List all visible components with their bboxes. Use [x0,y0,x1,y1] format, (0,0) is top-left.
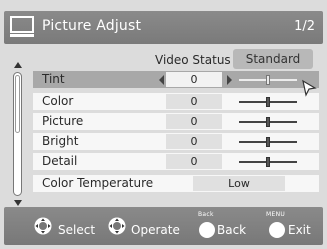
scrollbar-thumb[interactable] [15,75,20,133]
slider-knob[interactable] [266,117,270,127]
setting-slider[interactable] [239,137,297,147]
slider-knob[interactable] [266,97,270,107]
joystick-operate-icon [108,217,126,235]
scrollbar[interactable] [13,72,22,196]
setting-row-detail[interactable]: Detail 0 [33,153,319,170]
setting-label: Tint [42,72,65,86]
setting-row-color-temperature[interactable]: Color Temperature Low [33,175,319,192]
pointer-cursor-icon [302,79,317,97]
setting-slider[interactable] [239,117,297,127]
tv-icon [10,16,34,37]
scroll-down-icon[interactable] [14,200,22,206]
back-label: Back [217,223,247,237]
footer-bar: Select Operate Back Back MENU Exit [4,207,323,245]
setting-slider[interactable] [239,97,297,107]
increase-arrow-icon[interactable] [227,75,232,85]
scroll-up-icon[interactable] [14,62,22,68]
setting-label: Detail [42,154,78,168]
decrease-arrow-icon[interactable] [159,75,164,85]
setting-value: 0 [166,94,222,109]
setting-value: 0 [166,114,222,129]
setting-slider[interactable] [239,157,297,167]
setting-label: Color Temperature [42,176,154,190]
setting-row-tint[interactable]: Tint 0 [33,71,319,88]
video-status-label: Video Status [155,53,231,67]
exit-button-icon[interactable] [269,222,285,238]
setting-label: Picture [42,114,84,128]
setting-value: 0 [166,72,222,87]
back-hint: Back [198,211,214,218]
joystick-select-icon [34,217,52,235]
picture-adjust-screen: Picture Adjust 1/2 Video Status Standard… [0,0,327,249]
operate-label: Operate [131,223,180,237]
menu-hint: MENU [266,211,286,218]
exit-label: Exit [288,223,311,237]
setting-value: 0 [166,134,222,149]
title-bar: Picture Adjust 1/2 [4,11,323,44]
video-status-value[interactable]: Standard [233,49,313,69]
slider-knob[interactable] [266,157,270,167]
select-label: Select [58,223,96,237]
setting-row-color[interactable]: Color 0 [33,93,319,110]
setting-value: Low [193,176,285,191]
setting-row-bright[interactable]: Bright 0 [33,133,319,150]
setting-slider[interactable] [239,75,297,85]
page-indicator: 1/2 [294,19,315,34]
setting-row-picture[interactable]: Picture 0 [33,113,319,130]
setting-value: 0 [166,154,222,169]
slider-knob[interactable] [266,137,270,147]
page-title: Picture Adjust [42,18,142,34]
setting-label: Color [42,94,74,108]
setting-label: Bright [42,134,79,148]
back-button-icon[interactable] [199,222,215,238]
slider-knob[interactable] [266,75,270,85]
